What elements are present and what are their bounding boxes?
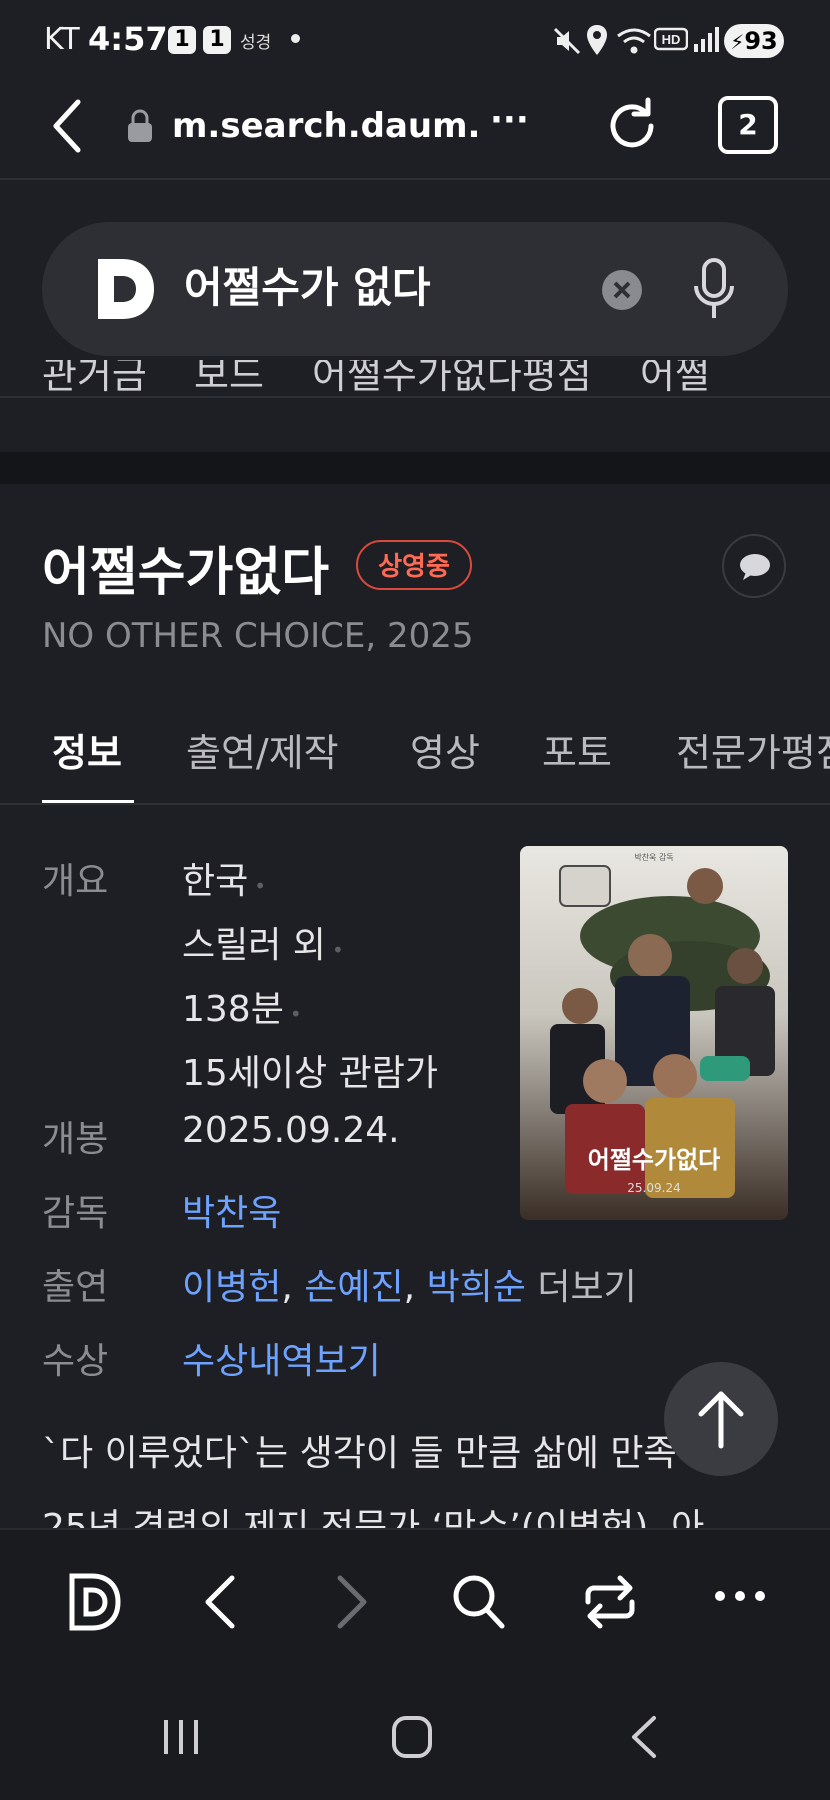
related-searches-strip: 관거금 보드 어쩔수가없다평점 어쩔 [0, 360, 830, 396]
clock: 4:57 [88, 20, 168, 58]
wifi-icon [617, 28, 651, 54]
forward-nav-icon[interactable] [332, 1572, 372, 1632]
status-bar: KT 4:57 1 1 성경 HD ⚡93 [0, 0, 830, 78]
active-tab-indicator [42, 800, 134, 803]
cast-label: 출연 [42, 1267, 109, 1308]
comment-button[interactable] [722, 534, 786, 598]
now-showing-badge: 상영중 [356, 540, 472, 590]
cast-list: 이병헌, 손예진, 박희순 더보기 [182, 1258, 637, 1310]
cast-more-link[interactable]: 더보기 [537, 1267, 636, 1308]
notification-label: 성경 [240, 33, 272, 53]
related-search-item[interactable]: 어쩔 [640, 360, 710, 396]
battery-indicator: ⚡93 [724, 24, 784, 58]
search-icon[interactable] [450, 1572, 508, 1632]
director-label: 감독 [42, 1193, 109, 1234]
battery-level: 93 [744, 27, 778, 55]
close-icon [613, 281, 631, 299]
scroll-to-top-button[interactable] [664, 1362, 778, 1476]
clear-search-button[interactable] [602, 270, 642, 310]
microphone-icon[interactable] [690, 256, 738, 322]
movie-poster[interactable]: 어쩔수가없다 25.09.24 박찬욱 감독 [520, 846, 788, 1220]
movie-title: 어쩔수가없다 [42, 543, 330, 603]
notification-dot [291, 34, 300, 43]
reload-icon[interactable] [604, 96, 660, 156]
mute-icon [553, 27, 581, 55]
awards-label: 수상 [42, 1341, 109, 1382]
more-options-icon[interactable] [712, 1586, 768, 1606]
url-text[interactable]: m.search.daum. [172, 106, 480, 146]
system-back-icon[interactable] [628, 1714, 660, 1760]
director-link[interactable]: 박찬욱 [182, 1184, 281, 1236]
cast-link[interactable]: 손예진 [304, 1267, 403, 1308]
signal-icon [694, 27, 719, 52]
related-search-item[interactable]: 보드 [194, 360, 264, 396]
cast-separator: , [281, 1267, 293, 1308]
poster-image: 어쩔수가없다 25.09.24 박찬욱 감독 [520, 846, 788, 1220]
back-nav-icon[interactable] [200, 1572, 240, 1632]
tab-info[interactable]: 정보 [52, 722, 122, 777]
notification-badge: 1 [168, 26, 196, 54]
awards-link[interactable]: 수상내역보기 [182, 1332, 381, 1384]
release-date: 2025.09.24. [182, 1110, 400, 1151]
overview-values: 한국 • 스릴러 외 • 138분 • 15세이상 관람가 [182, 861, 438, 1094]
related-search-item[interactable]: 어쩔수가없다평점 [312, 360, 592, 396]
lock-icon [128, 109, 152, 142]
poster-title: 어쩔수가없다 [588, 1145, 720, 1174]
tabs-divider [0, 803, 830, 805]
tab-expert-rating[interactable]: 전문가평점 [676, 722, 830, 777]
divider [0, 396, 830, 398]
cast-separator: , [403, 1267, 416, 1308]
tab-cast-production[interactable]: 출연/제작 [186, 722, 339, 777]
tab-switcher-button[interactable]: 2 [718, 96, 778, 154]
related-search-item[interactable]: 관거금 [42, 360, 147, 396]
section-divider [0, 452, 830, 484]
location-icon [587, 25, 607, 55]
daum-logo-icon [98, 259, 154, 319]
notification-badge: 1 [203, 26, 231, 54]
tab-video[interactable]: 영상 [410, 722, 480, 777]
release-label: 개봉 [42, 1119, 109, 1160]
search-input[interactable] [184, 260, 604, 309]
runtime: 138분 [182, 989, 284, 1030]
browser-url-bar: m.search.daum. ··· [0, 78, 830, 180]
hd-icon: HD [654, 27, 688, 51]
daum-home-icon[interactable] [66, 1572, 124, 1632]
movie-subtitle: NO OTHER CHOICE, 2025 [42, 616, 474, 656]
cast-link[interactable]: 박희순 [427, 1267, 526, 1308]
recent-apps-icon[interactable] [160, 1716, 202, 1758]
rating: 15세이상 관람가 [182, 1053, 438, 1094]
back-icon[interactable] [48, 96, 88, 156]
poster-date: 25.09.24 [627, 1181, 680, 1195]
share-icon[interactable] [580, 1572, 640, 1632]
cast-link[interactable]: 이병헌 [182, 1267, 281, 1308]
poster-credit: 박찬욱 감독 [634, 852, 673, 862]
country: 한국 [182, 861, 249, 902]
genre: 스릴러 외 [182, 925, 326, 966]
browser-bottom-toolbar [0, 1528, 830, 1800]
search-box[interactable] [42, 222, 788, 356]
home-icon[interactable] [390, 1714, 434, 1760]
overview-label: 개요 [42, 861, 109, 902]
url-more-button[interactable]: ··· [490, 100, 529, 140]
tab-photo[interactable]: 포토 [542, 722, 612, 777]
svg-text:HD: HD [662, 32, 681, 47]
chat-bubble-icon [740, 554, 770, 580]
carrier-label: KT [44, 22, 80, 57]
synopsis-line: `다 이루었다`는 생각이 들 만큼 삶에 만족하던 [42, 1433, 743, 1474]
arrow-up-icon [698, 1391, 744, 1449]
